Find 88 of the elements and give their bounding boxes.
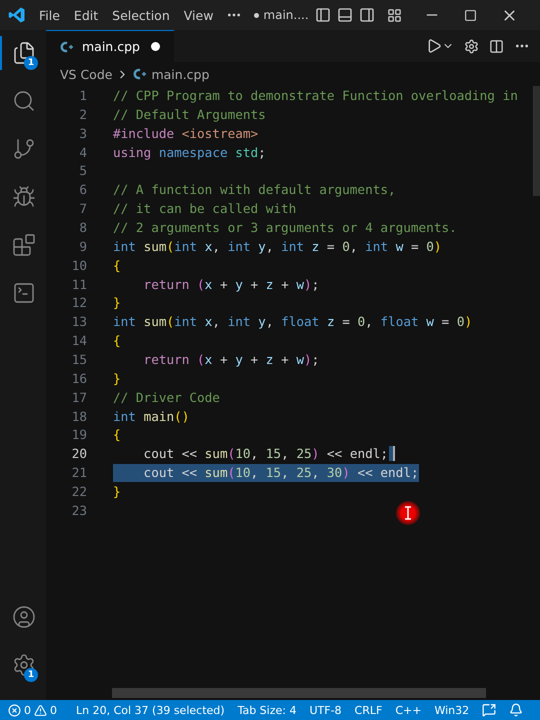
code-line: {: [113, 332, 121, 350]
menu-item[interactable]: Selection: [105, 8, 177, 22]
line-number: 23: [70, 502, 87, 518]
line-number: 10: [70, 258, 87, 273]
run-debug-icon[interactable]: [12, 185, 36, 209]
line-number: 18: [70, 408, 87, 424]
mouse-pointer-icon: [396, 501, 420, 525]
menu-item[interactable]: File: [32, 8, 67, 22]
breadcrumb-item[interactable]: VS Code: [60, 66, 112, 82]
count-badge: 1: [24, 56, 38, 70]
line-number: 14: [70, 333, 87, 348]
menu-item[interactable]: Edit: [66, 8, 106, 22]
status-item[interactable]: CRLF: [354, 704, 382, 716]
status-item[interactable]: C++: [395, 704, 422, 716]
horizontal-scrollbar[interactable]: [112, 688, 486, 698]
sidebar-toggle-icon[interactable]: [314, 7, 331, 23]
code-line: return (x + y + z + w);: [142, 276, 320, 294]
code-line: }: [113, 294, 121, 312]
extensions-icon[interactable]: [12, 233, 36, 257]
line-number: 17: [70, 390, 87, 405]
code-line: int sum(int x, int y, float z = 0, float w = 0): [113, 313, 472, 331]
code-line: }: [113, 370, 121, 388]
line-number: 21: [70, 465, 87, 480]
count-badge: 1: [24, 668, 38, 682]
error-icon: [8, 704, 21, 716]
code-line: int sum(int x, int y, int z = 0, int w = 0): [113, 238, 442, 256]
terminal-icon[interactable]: [12, 281, 36, 305]
line-number: 19: [70, 427, 87, 442]
breadcrumb-item[interactable]: main.cpp: [151, 66, 210, 82]
source-control-icon[interactable]: [12, 137, 36, 161]
status-item[interactable]: Tab Size: 4: [238, 704, 296, 716]
status-item[interactable]: Win32: [434, 704, 470, 716]
line-number: 11: [70, 276, 87, 292]
app-logo-icon: [8, 6, 26, 24]
line-number: 13: [70, 314, 87, 330]
line-number: 15: [70, 352, 87, 367]
code-line: }: [113, 482, 121, 500]
line-number: 8: [78, 220, 87, 235]
code-line: int main(): [113, 408, 190, 426]
code-line: using namespace std;: [113, 144, 266, 161]
text-cursor: [389, 446, 396, 462]
notifications-icon[interactable]: [509, 703, 524, 717]
code-line: // 2 arguments or 3 arguments or 4 arguments.: [113, 218, 457, 236]
layout-icon[interactable]: [386, 8, 402, 22]
line-number: 7: [78, 201, 87, 216]
search-icon[interactable]: [12, 89, 36, 113]
feedback-icon[interactable]: [482, 703, 496, 717]
code-line: // A function with default arguments,: [113, 181, 396, 199]
line-number: 6: [78, 182, 87, 198]
code-line: return (x + y + z + w);: [142, 350, 320, 368]
code-line: {: [113, 426, 121, 444]
panel-toggle-icon[interactable]: [336, 7, 353, 23]
warning-icon: [34, 704, 47, 716]
code-line: #include <iostream>: [113, 124, 258, 142]
line-number: 2: [78, 106, 87, 122]
run-icon[interactable]: [426, 38, 442, 54]
line-number: 4: [78, 144, 87, 160]
editor-tab[interactable]: main.cpp: [46, 30, 174, 62]
warning-count[interactable]: 0: [50, 704, 57, 716]
line-number: 9: [78, 238, 87, 254]
vertical-scrollbar[interactable]: [533, 86, 540, 196]
line-number: 3: [78, 126, 87, 141]
status-item[interactable]: UTF-8: [309, 704, 342, 716]
code-line: // it can be called with: [113, 200, 296, 218]
split-editor-icon[interactable]: [489, 38, 504, 54]
cpp-file-icon: [60, 40, 74, 52]
error-count[interactable]: 0: [24, 704, 31, 716]
line-number: 22: [70, 484, 87, 499]
line-number: 12: [70, 295, 87, 310]
code-line: // CPP Program to demonstrate Function overloading in: [113, 86, 518, 104]
code-line: cout << sum(10, 15, 25) << endl;: [142, 445, 388, 463]
code-line: // Default Arguments: [113, 106, 266, 124]
manage-icon[interactable]: [12, 653, 36, 677]
code-line: // Driver Code: [113, 388, 220, 406]
window-title: main....: [254, 8, 309, 22]
line-number: 5: [78, 163, 87, 178]
account-icon[interactable]: [12, 605, 36, 629]
status-item[interactable]: Ln 20, Col 37 (39 selected): [76, 704, 225, 716]
line-number: 1: [78, 88, 87, 103]
menu-item[interactable]: View: [176, 8, 220, 22]
settings-icon[interactable]: [464, 38, 479, 54]
maximize-icon[interactable]: [464, 8, 477, 22]
cpp-file-icon: [133, 68, 148, 80]
secondary-sidebar-icon[interactable]: [358, 7, 375, 23]
explorer-icon[interactable]: [12, 41, 36, 65]
line-number: 16: [70, 370, 87, 386]
code-line: {: [113, 256, 121, 274]
line-number: 20: [70, 446, 87, 462]
